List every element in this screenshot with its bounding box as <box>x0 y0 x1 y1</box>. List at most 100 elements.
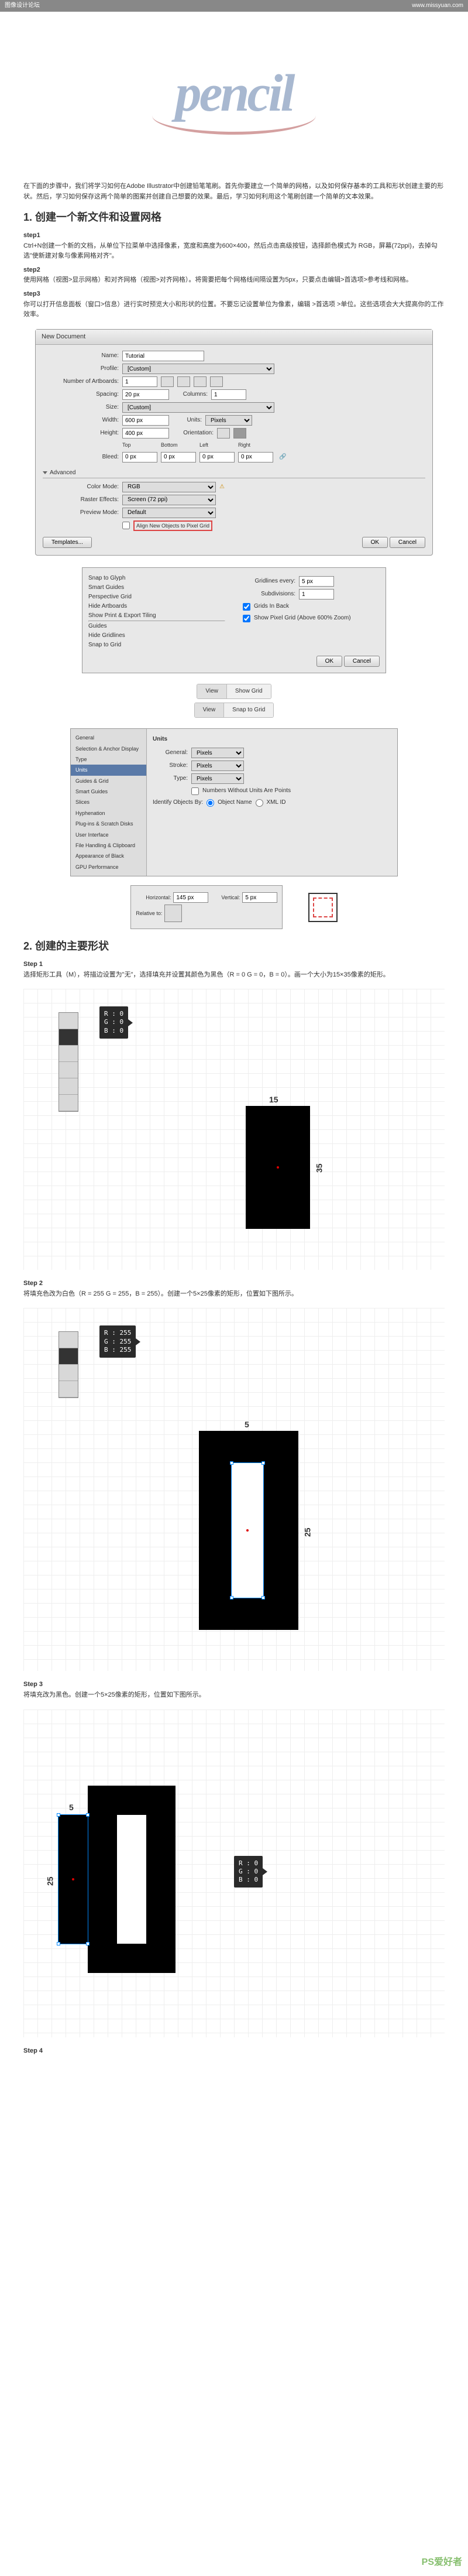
menu-item[interactable]: Hide Gridlines <box>88 631 225 640</box>
link-icon[interactable]: 🔗 <box>277 453 288 462</box>
gridsback-label: Grids In Back <box>254 602 289 611</box>
size-label: Size: <box>43 403 119 412</box>
xmlid-radio[interactable] <box>256 799 263 807</box>
bleed-top-input[interactable] <box>122 452 157 463</box>
step2-4-label: Step 4 <box>23 2046 445 2057</box>
step2-2-text: 将填充色改为白色（R = 255 G = 255，B = 255）。创建一个5×… <box>23 1289 445 1300</box>
tool-icon[interactable] <box>59 1332 78 1348</box>
prefs-side-item[interactable]: Selection & Anchor Display <box>71 744 146 754</box>
tool-icon[interactable] <box>59 1062 78 1078</box>
swatch-preview-icon <box>308 893 338 922</box>
tool-icon[interactable] <box>59 1046 78 1062</box>
tool-panel <box>58 1012 78 1112</box>
menu-item[interactable]: Smart Guides <box>88 583 225 592</box>
arrange-icon[interactable] <box>177 376 190 387</box>
prefs-sidebar: General Selection & Anchor Display Type … <box>71 729 147 876</box>
tool-icon[interactable] <box>59 1365 78 1381</box>
pixelgrid-label: Show Pixel Grid (Above 600% Zoom) <box>254 614 351 623</box>
profile-label: Profile: <box>43 364 119 374</box>
bleed-right-input[interactable] <box>238 452 273 463</box>
vert-input[interactable] <box>242 892 277 903</box>
arrange-icon[interactable] <box>161 376 174 387</box>
cancel-button[interactable]: Cancel <box>344 656 380 667</box>
advanced-toggle[interactable]: Advanced <box>43 468 425 478</box>
step3-label: step3 <box>23 289 445 300</box>
menu-item[interactable]: Hide Artboards <box>88 602 225 611</box>
tool-icon[interactable] <box>59 1381 78 1397</box>
height-input[interactable] <box>122 428 169 439</box>
center-dot-icon <box>72 1878 74 1880</box>
colormode-select[interactable]: RGB <box>122 482 216 492</box>
menu-item[interactable]: Snap to Glyph <box>88 574 225 583</box>
dialog-title: New Document <box>36 330 432 345</box>
menu-item[interactable]: Snap to Grid <box>88 640 225 650</box>
menu-item[interactable]: Guides <box>88 622 225 631</box>
width-dim: 5 <box>69 1801 74 1814</box>
profile-select[interactable]: [Custom] <box>122 364 274 374</box>
cancel-button[interactable]: Cancel <box>390 537 425 548</box>
prefs-side-item[interactable]: Smart Guides <box>71 786 146 797</box>
ok-button[interactable]: OK <box>316 656 342 667</box>
general-units-select[interactable]: Pixels <box>191 748 244 758</box>
landscape-icon[interactable] <box>233 428 246 439</box>
prefs-side-item[interactable]: Guides & Grid <box>71 776 146 786</box>
stroke-units-select[interactable]: Pixels <box>191 761 244 771</box>
prefs-side-item[interactable]: GPU Performance <box>71 862 146 872</box>
subdiv-label: Subdivisions: <box>243 590 295 599</box>
size-select[interactable]: [Custom] <box>122 402 274 413</box>
prefs-side-item[interactable]: File Handling & Clipboard <box>71 840 146 851</box>
portrait-icon[interactable] <box>217 428 230 439</box>
gridsback-checkbox[interactable] <box>243 603 250 611</box>
menu-item[interactable]: Perspective Grid <box>88 592 225 602</box>
name-input[interactable] <box>122 351 204 361</box>
spacing-input[interactable] <box>122 389 169 400</box>
raster-select[interactable]: Screen (72 ppi) <box>122 495 216 505</box>
general-units-label: General: <box>153 748 188 758</box>
step2-label: step2 <box>23 265 445 276</box>
arrange-icon[interactable] <box>194 376 207 387</box>
horiz-input[interactable] <box>173 892 208 903</box>
view-snapgrid[interactable]: ViewSnap to Grid <box>194 703 274 718</box>
arrange-icon[interactable] <box>210 376 223 387</box>
bleed-left-input[interactable] <box>199 452 235 463</box>
canvas-grid-3: 5 25 R : 0G : 0B : 0 <box>23 1710 445 2037</box>
ok-button[interactable]: OK <box>362 537 388 548</box>
white-rectangle[interactable] <box>117 1815 146 1944</box>
objname-radio[interactable] <box>207 799 214 807</box>
tool-icon[interactable] <box>59 1078 78 1095</box>
prefs-side-item[interactable]: General <box>71 732 146 743</box>
step1-label: step1 <box>23 231 445 241</box>
rectangle-tool-icon[interactable] <box>59 1029 78 1046</box>
width-input[interactable] <box>122 415 169 426</box>
anchor-grid-icon[interactable] <box>164 905 182 922</box>
tool-icon[interactable] <box>59 1013 78 1029</box>
align-pixel-checkbox[interactable] <box>122 522 130 529</box>
prefs-side-item[interactable]: Type <box>71 754 146 765</box>
tool-icon[interactable] <box>59 1095 78 1111</box>
preview-select[interactable]: Default <box>122 508 216 518</box>
right-label: Right <box>238 441 273 449</box>
templates-button[interactable]: Templates... <box>43 537 92 548</box>
type-units-select[interactable]: Pixels <box>191 773 244 784</box>
columns-input[interactable] <box>211 389 246 400</box>
subdiv-input[interactable] <box>299 589 334 600</box>
artboards-input[interactable] <box>122 376 157 387</box>
view-showgrid[interactable]: ViewShow Grid <box>197 684 271 699</box>
nwd-label: Numbers Without Units Are Points <box>202 786 291 796</box>
bleed-bottom-input[interactable] <box>161 452 196 463</box>
menu-item[interactable]: Show Print & Export Tiling <box>88 611 225 621</box>
nwd-checkbox[interactable] <box>191 787 199 795</box>
spacing-label: Spacing: <box>43 390 119 399</box>
rectangle-tool-icon[interactable] <box>59 1348 78 1365</box>
gridlines-input[interactable] <box>299 576 334 587</box>
pixelgrid-checkbox[interactable] <box>243 615 250 622</box>
prefs-side-item[interactable]: Appearance of Black <box>71 851 146 861</box>
units-select[interactable]: Pixels <box>205 415 252 426</box>
prefs-side-item[interactable]: Units <box>71 765 146 775</box>
prefs-side-item[interactable]: Plug-ins & Scratch Disks <box>71 818 146 829</box>
topbar-right: www.missyuan.com <box>412 1 463 11</box>
prefs-side-item[interactable]: Hyphenation <box>71 808 146 818</box>
prefs-side-item[interactable]: Slices <box>71 797 146 807</box>
canvas-grid-2: R : 255G : 255B : 255 5 25 <box>23 1308 445 1671</box>
prefs-side-item[interactable]: User Interface <box>71 830 146 840</box>
